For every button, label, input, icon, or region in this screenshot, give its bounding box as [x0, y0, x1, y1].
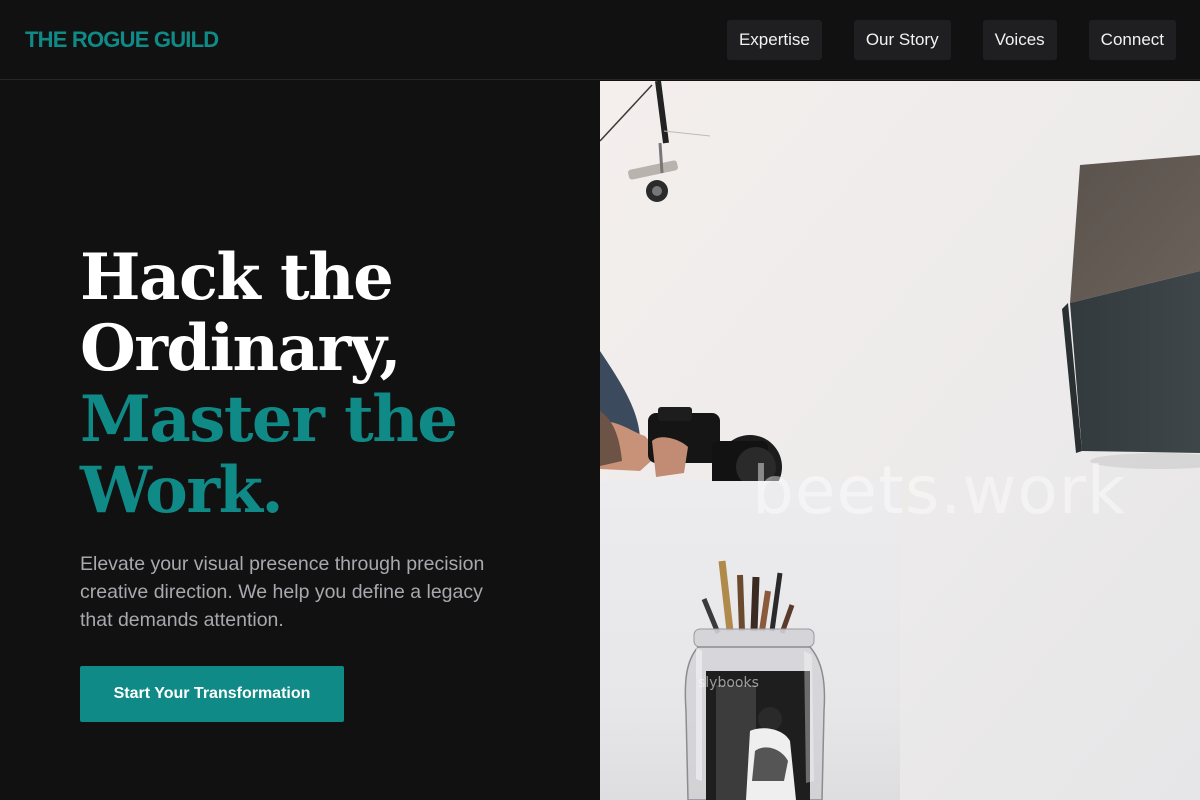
hero-headline: Hack the Ordinary, Master the Work.: [80, 240, 458, 528]
headline-line-3: Master the: [80, 382, 458, 457]
headline-line-1: Hack the: [80, 240, 394, 315]
hero-subtext: Elevate your visual presence through pre…: [80, 553, 485, 631]
main-nav: Expertise Our Story Voices Connect: [726, 19, 1176, 60]
headline-line-4: Work.: [80, 453, 284, 528]
brand-logo[interactable]: THE ROGUE GUILD: [25, 27, 219, 53]
main-watermark-text: beets.work: [752, 452, 1127, 529]
nav-connect[interactable]: Connect: [1088, 19, 1176, 60]
inset-watermark-text: slybooks: [698, 675, 759, 691]
headline-line-2: Ordinary,: [80, 311, 402, 386]
top-navbar: THE ROGUE GUILD Expertise Our Story Voic…: [0, 0, 1200, 80]
nav-voices[interactable]: Voices: [982, 19, 1057, 60]
nav-our-story[interactable]: Our Story: [853, 19, 951, 60]
start-transformation-button[interactable]: Start Your Transformation: [80, 666, 344, 722]
nav-expertise[interactable]: Expertise: [726, 19, 822, 60]
